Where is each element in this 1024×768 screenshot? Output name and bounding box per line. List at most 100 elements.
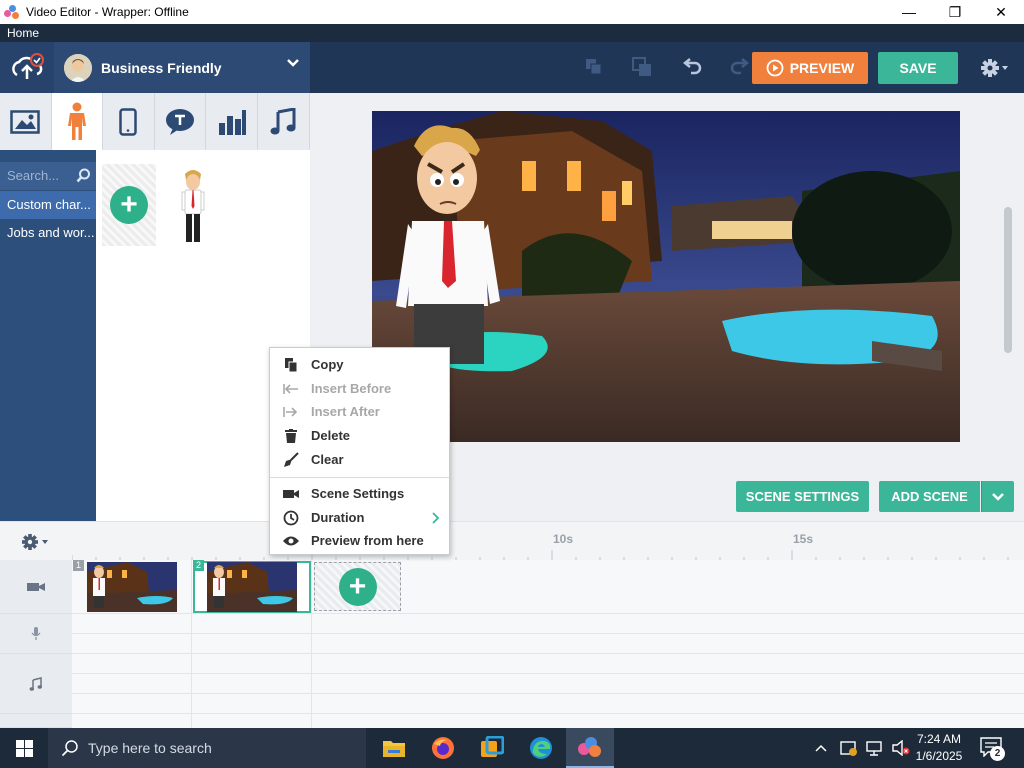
redo-button[interactable] xyxy=(728,55,752,79)
copy-icon xyxy=(283,357,299,373)
chevron-up-icon[interactable] xyxy=(814,743,828,753)
upload-button[interactable] xyxy=(0,42,54,93)
category-jobs-and-work[interactable]: Jobs and wor... xyxy=(0,219,96,247)
music-track xyxy=(72,654,1024,674)
start-button[interactable] xyxy=(0,728,48,768)
stage-vertical-scrollbar[interactable] xyxy=(1004,207,1012,353)
taskbar-app-squares[interactable] xyxy=(468,728,516,768)
notification-count-badge: 2 xyxy=(990,746,1005,761)
settings-menu-button[interactable] xyxy=(978,56,1012,80)
scene-number-badge: 2 xyxy=(193,560,204,571)
close-button[interactable]: ✕ xyxy=(978,0,1024,24)
theme-selector[interactable]: Business Friendly xyxy=(54,42,310,93)
ruler-label-15s: 15s xyxy=(793,532,814,546)
taskbar-search-box[interactable]: Type here to search xyxy=(48,728,366,768)
tab-music[interactable] xyxy=(258,93,310,150)
theme-name: Business Friendly xyxy=(101,59,222,76)
tab-characters[interactable] xyxy=(51,93,104,150)
menu-item-delete[interactable]: Delete xyxy=(270,424,449,447)
menu-item-insert-after[interactable]: Insert After xyxy=(270,400,449,423)
undo-button[interactable] xyxy=(680,55,704,79)
menu-item-label: Preview from here xyxy=(311,533,424,548)
scene-thumbnail-1[interactable] xyxy=(87,562,177,612)
notification-center-button[interactable]: 2 xyxy=(980,737,1006,761)
redo-icon xyxy=(730,58,750,75)
gear-icon xyxy=(22,534,48,550)
search-icon xyxy=(61,740,78,757)
cloud-upload-icon xyxy=(12,52,44,79)
gear-icon xyxy=(981,59,1008,77)
add-character-tile[interactable]: + xyxy=(102,164,156,246)
scene-stage[interactable] xyxy=(372,111,960,442)
copy-scene-button[interactable] xyxy=(582,55,606,79)
taskbar-edge[interactable] xyxy=(517,728,565,768)
music-note-icon xyxy=(29,676,42,691)
taskbar-search-placeholder: Type here to search xyxy=(88,740,212,756)
scene-settings-button[interactable]: SCENE SETTINGS xyxy=(736,481,869,512)
chevron-down-icon xyxy=(287,59,299,67)
maximize-button[interactable]: ❐ xyxy=(932,0,978,24)
menu-item-insert-before[interactable]: Insert Before xyxy=(270,377,449,400)
firefox-icon xyxy=(432,737,454,759)
scene-number-badge: 1 xyxy=(73,560,84,571)
menu-item-label: Duration xyxy=(311,510,365,525)
windows-logo-icon xyxy=(15,739,33,757)
tab-props[interactable] xyxy=(103,93,155,150)
character-thumbnail[interactable] xyxy=(178,168,208,248)
asset-tabs xyxy=(0,93,310,150)
taskbar-file-explorer[interactable] xyxy=(370,728,418,768)
timeline-settings-button[interactable] xyxy=(20,533,52,551)
asset-search-input[interactable]: Search... xyxy=(0,162,96,190)
taskbar-wrapper-offline[interactable] xyxy=(566,728,614,768)
folder-icon xyxy=(383,741,405,757)
menu-item-clear[interactable]: Clear xyxy=(270,448,449,471)
add-scene-dropdown-button[interactable] xyxy=(981,481,1014,512)
save-button[interactable]: SAVE xyxy=(878,52,958,84)
menu-item-label: Insert Before xyxy=(311,381,392,396)
add-scene-label: ADD SCENE xyxy=(891,489,968,504)
taskbar-firefox[interactable] xyxy=(419,728,467,768)
tab-text[interactable] xyxy=(155,93,207,150)
scene-settings-label: SCENE SETTINGS xyxy=(745,489,860,504)
menu-item-duration[interactable]: Duration xyxy=(270,506,449,529)
play-circle-icon xyxy=(766,59,784,77)
microphone-icon xyxy=(31,626,41,640)
clock-date: 1/6/2025 xyxy=(915,749,963,763)
minimize-button[interactable]: — xyxy=(886,0,932,24)
scene-background-image xyxy=(372,111,960,442)
preview-button[interactable]: PREVIEW xyxy=(752,52,868,84)
person-icon xyxy=(67,102,86,140)
insert-after-icon xyxy=(283,404,299,420)
category-custom-characters[interactable]: Custom char... xyxy=(0,191,96,219)
app-squares-icon xyxy=(481,736,504,757)
paste-scene-button[interactable] xyxy=(630,55,654,79)
window-title: Video Editor - Wrapper: Offline xyxy=(26,5,189,19)
bar-chart-icon xyxy=(218,109,246,135)
timeline-ruler[interactable] xyxy=(72,544,1024,561)
plus-icon: + xyxy=(338,567,377,606)
menu-item-scene-settings[interactable]: Scene Settings xyxy=(270,482,449,505)
menu-item-preview-from-here[interactable]: Preview from here xyxy=(270,529,449,552)
tab-charts[interactable] xyxy=(206,93,258,150)
search-placeholder: Search... xyxy=(7,168,60,183)
clock-time: 7:24 AM xyxy=(916,732,962,746)
video-track-label xyxy=(0,560,72,614)
timeline-add-scene-tile[interactable]: + xyxy=(314,562,401,611)
chevron-down-icon xyxy=(992,492,1004,501)
ruler-label-10s: 10s xyxy=(553,532,574,546)
wrapper-app-icon xyxy=(578,737,601,757)
menu-item-copy[interactable]: Copy xyxy=(270,353,449,376)
paste-layer-icon xyxy=(632,57,651,76)
menu-home[interactable]: Home xyxy=(7,26,39,40)
security-icon[interactable] xyxy=(840,739,858,757)
add-scene-button[interactable]: ADD SCENE xyxy=(879,481,980,512)
submenu-arrow-icon xyxy=(432,512,439,524)
timeline-header: 10s 15s xyxy=(0,521,1024,561)
scene-thumbnail-2[interactable] xyxy=(207,562,297,612)
scene-context-menu: Copy Insert Before Insert After Delete C… xyxy=(269,347,450,555)
network-icon[interactable] xyxy=(866,740,884,756)
menu-item-label: Delete xyxy=(311,428,351,443)
tab-backgrounds[interactable] xyxy=(0,93,52,150)
taskbar-clock[interactable]: 7:24 AM 1/6/2025 xyxy=(908,731,970,765)
search-icon xyxy=(76,168,90,183)
